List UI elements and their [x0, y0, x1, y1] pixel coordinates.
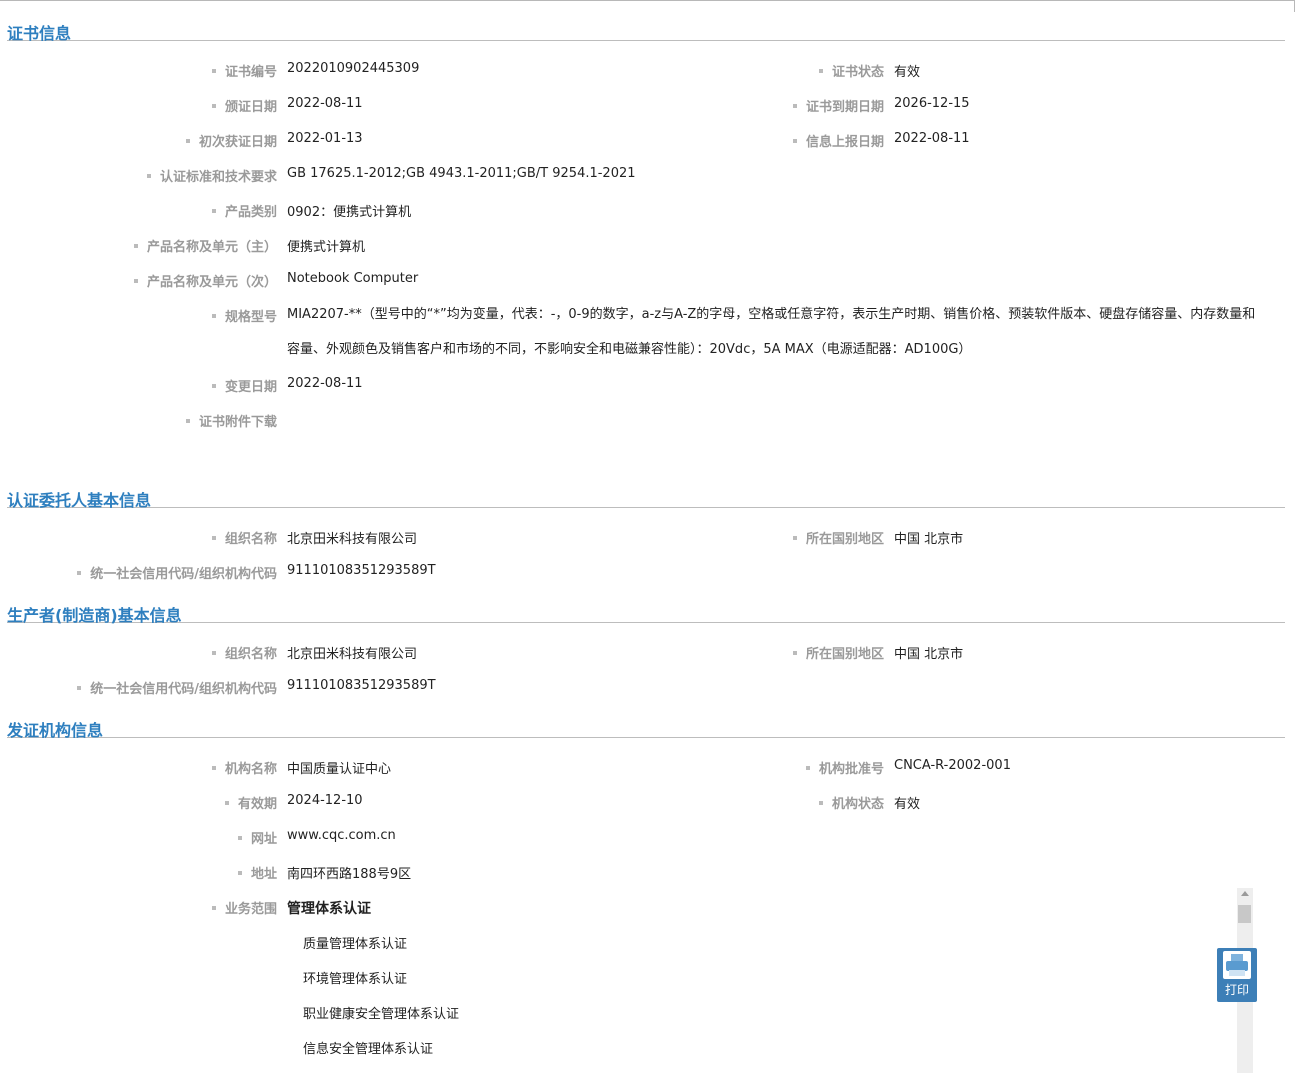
- scroll-thumb[interactable]: [1238, 905, 1251, 923]
- standard-value: GB 17625.1-2012;GB 4943.1-2011;GB/T 9254…: [287, 166, 636, 181]
- model-value: MIA2207-**（型号中的“*”均为变量，代表：-，0-9的数字，a-z与A…: [287, 307, 1256, 357]
- issuer-valid-label: 有效期: [225, 793, 277, 812]
- issuer-website-value: www.cqc.com.cn: [287, 828, 396, 843]
- field-row-model: 规格型号 MIA2207-**（型号中的“*”均为变量，代表：-，0-9的数字，…: [0, 306, 1295, 366]
- field-row-issuer-website: 网址 www.cqc.com.cn: [0, 828, 1295, 848]
- print-button[interactable]: 打印: [1217, 948, 1257, 1002]
- expiry-date-label: 证书到期日期: [793, 96, 884, 115]
- applicant-region-value: 中国 北京市: [894, 532, 964, 547]
- cert-no-value: 2022010902445309: [287, 61, 420, 76]
- cert-status-value: 有效: [894, 65, 921, 80]
- manufacturer-region-label: 所在国别地区: [793, 643, 884, 662]
- manufacturer-org-value: 北京田米科技有限公司: [287, 647, 418, 662]
- manufacturer-code-value: 91110108351293589T: [287, 678, 436, 693]
- issue-date-value: 2022-08-11: [287, 96, 363, 111]
- field-row-name-sub: 产品名称及单元（次） Notebook Computer: [0, 271, 1295, 291]
- scope-item: 质量管理体系认证: [303, 937, 408, 952]
- report-date-label: 信息上报日期: [793, 131, 884, 150]
- field-row-first-date: 初次获证日期 2022-01-13 信息上报日期 2022-08-11: [0, 131, 1295, 151]
- applicant-org-value: 北京田米科技有限公司: [287, 532, 418, 547]
- category-label: 产品类别: [212, 201, 277, 220]
- cert-status-label: 证书状态: [819, 61, 884, 80]
- change-date-label: 变更日期: [212, 376, 277, 395]
- standard-label: 认证标准和技术要求: [147, 166, 277, 185]
- name-sub-label: 产品名称及单元（次）: [134, 271, 277, 290]
- issuer-name-label: 机构名称: [212, 758, 277, 777]
- manufacturer-org-label: 组织名称: [212, 643, 277, 662]
- section-title-text: 生产者(制造商)基本信息: [7, 606, 182, 625]
- field-row-issuer-name: 机构名称 中国质量认证中心 机构批准号 CNCA-R-2002-001: [0, 758, 1295, 778]
- first-date-value: 2022-01-13: [287, 131, 363, 146]
- scroll-up-arrow-icon[interactable]: [1241, 891, 1249, 896]
- print-button-label: 打印: [1224, 983, 1249, 997]
- field-row-attachment: 证书附件下载: [0, 411, 1295, 431]
- section-title-manufacturer: 生产者(制造商)基本信息: [7, 594, 1285, 625]
- report-date-value: 2022-08-11: [894, 131, 970, 146]
- field-row-issuer-scope: 业务范围 管理体系认证: [0, 898, 1295, 918]
- change-date-value: 2022-08-11: [287, 376, 363, 391]
- applicant-code-label: 统一社会信用代码/组织机构代码: [77, 563, 277, 582]
- field-row-applicant-org: 组织名称 北京田米科技有限公司 所在国别地区 中国 北京市: [0, 528, 1295, 548]
- attachment-label: 证书附件下载: [186, 411, 277, 430]
- issuer-name-value: 中国质量认证中心: [287, 762, 392, 777]
- model-label: 规格型号: [212, 306, 277, 325]
- manufacturer-region-value: 中国 北京市: [894, 647, 964, 662]
- issuer-status-value: 有效: [894, 797, 921, 812]
- scope-item: 环境管理体系认证: [303, 972, 408, 987]
- name-sub-value: Notebook Computer: [287, 271, 419, 286]
- manufacturer-code-label: 统一社会信用代码/组织机构代码: [77, 678, 277, 697]
- issuer-website-label: 网址: [238, 828, 277, 847]
- name-main-value: 便携式计算机: [287, 240, 366, 255]
- applicant-org-label: 组织名称: [212, 528, 277, 547]
- issuer-valid-value: 2024-12-10: [287, 793, 363, 808]
- issuer-address-label: 地址: [238, 863, 277, 882]
- field-row-manufacturer-org: 组织名称 北京田米科技有限公司 所在国别地区 中国 北京市: [0, 643, 1295, 663]
- section-title-applicant: 认证委托人基本信息: [7, 479, 1285, 510]
- issuer-status-label: 机构状态: [819, 793, 884, 812]
- field-row-manufacturer-code: 统一社会信用代码/组织机构代码 91110108351293589T: [0, 678, 1295, 698]
- name-main-label: 产品名称及单元（主）: [134, 236, 277, 255]
- printer-tray: [1229, 970, 1245, 976]
- section-title-certificate: 证书信息: [7, 12, 1285, 43]
- section-title-issuer: 发证机构信息: [7, 709, 1285, 740]
- field-row-standard: 认证标准和技术要求 GB 17625.1-2012;GB 4943.1-2011…: [0, 166, 1295, 186]
- issue-date-label: 颁证日期: [212, 96, 277, 115]
- issuer-scope-head: 管理体系认证: [287, 901, 371, 917]
- applicant-region-label: 所在国别地区: [793, 528, 884, 547]
- section-title-text: 认证委托人基本信息: [7, 491, 152, 510]
- field-row-cert-no: 证书编号 2022010902445309 证书状态 有效: [0, 61, 1295, 81]
- issuer-scope-label: 业务范围: [212, 898, 277, 917]
- printer-icon: [1223, 951, 1251, 979]
- first-date-label: 初次获证日期: [186, 131, 277, 150]
- cert-no-label: 证书编号: [212, 61, 277, 80]
- field-row-category: 产品类别 0902：便携式计算机: [0, 201, 1295, 221]
- applicant-code-value: 91110108351293589T: [287, 563, 436, 578]
- expiry-date-value: 2026-12-15: [894, 96, 970, 111]
- scope-item: 职业健康安全管理体系认证: [303, 1007, 460, 1022]
- section-title-text: 发证机构信息: [7, 721, 104, 740]
- issuer-approval-value: CNCA-R-2002-001: [894, 758, 1011, 773]
- issuer-address-value: 南四环西路188号9区: [287, 867, 412, 882]
- field-row-issuer-valid: 有效期 2024-12-10 机构状态 有效: [0, 793, 1295, 813]
- top-border: [0, 0, 1295, 1]
- field-row-issue-date: 颁证日期 2022-08-11 证书到期日期 2026-12-15: [0, 96, 1295, 116]
- field-row-applicant-code: 统一社会信用代码/组织机构代码 91110108351293589T: [0, 563, 1295, 583]
- field-row-issuer-address: 地址 南四环西路188号9区: [0, 863, 1295, 883]
- section-title-text: 证书信息: [7, 24, 72, 43]
- field-row-name-main: 产品名称及单元（主） 便携式计算机: [0, 236, 1295, 256]
- field-row-change-date: 变更日期 2022-08-11: [0, 376, 1295, 396]
- issuer-approval-label: 机构批准号: [806, 758, 884, 777]
- scope-item: 信息安全管理体系认证: [303, 1042, 434, 1057]
- category-value: 0902：便携式计算机: [287, 205, 412, 220]
